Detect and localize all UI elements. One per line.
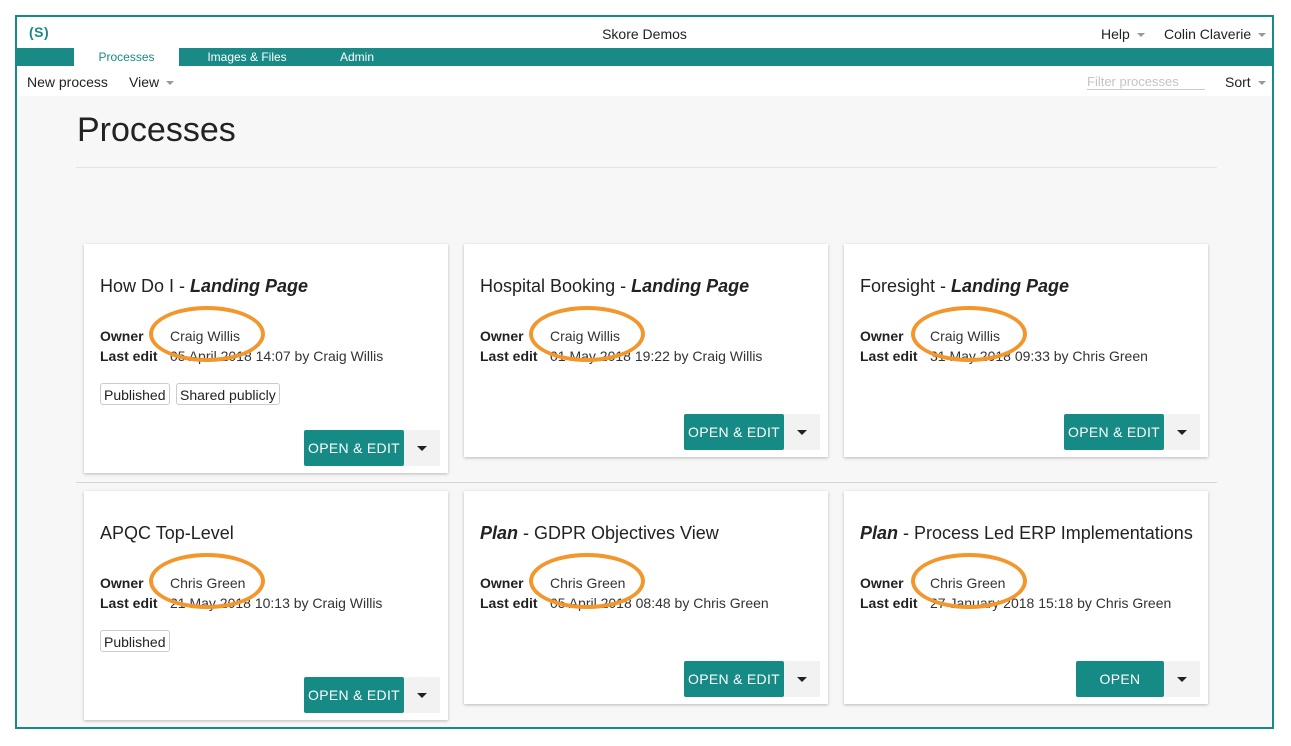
last-edit-value: 05 April 2018 14:07 by Craig Willis [170, 348, 384, 364]
title-text: How Do I - [100, 276, 191, 296]
title-emphasis: Landing Page [190, 276, 309, 296]
caret-down-icon [1177, 677, 1187, 682]
tab-images-files[interactable]: Images & Files [197, 48, 297, 66]
view-menu[interactable]: View [129, 74, 175, 90]
owner-label: Owner [100, 328, 144, 344]
shared-publicly-badge: Shared publicly [176, 383, 280, 405]
process-title[interactable]: APQC Top-Level [100, 523, 440, 544]
title-emphasis: Plan [860, 523, 899, 543]
process-title[interactable]: How Do I - Landing Page [100, 276, 440, 297]
title-text: APQC Top-Level [100, 523, 234, 543]
divider [76, 482, 1217, 483]
owner-value: Craig Willis [550, 328, 620, 344]
owner-value: Craig Willis [170, 328, 240, 344]
open-edit-button[interactable]: OPEN & EDIT [684, 661, 784, 697]
process-card[interactable]: Plan - Process Led ERP Implementations O… [844, 491, 1208, 704]
published-badge: Published [100, 630, 170, 652]
title-text: Foresight - [860, 276, 952, 296]
chevron-down-icon [1257, 81, 1266, 86]
process-title[interactable]: Plan - GDPR Objectives View [480, 523, 820, 544]
caret-down-icon [1177, 430, 1187, 435]
caret-down-icon [797, 430, 807, 435]
divider [76, 167, 1217, 168]
last-edit-value: 21 May 2018 10:13 by Craig Willis [170, 595, 383, 611]
more-options-button[interactable] [1164, 414, 1200, 450]
sort-menu[interactable]: Sort [1225, 74, 1266, 90]
user-name: Colin Claverie [1164, 26, 1252, 42]
owner-label: Owner [100, 575, 144, 591]
title-text: - GDPR Objectives View [518, 523, 719, 543]
tab-admin[interactable]: Admin [329, 48, 385, 66]
tab-processes[interactable]: Processes [74, 48, 179, 66]
title-emphasis: Plan [480, 523, 519, 543]
more-options-button[interactable] [1164, 661, 1200, 697]
page-title: Processes [77, 111, 236, 149]
caret-down-icon [417, 446, 427, 451]
last-edit-label: Last edit [100, 595, 158, 611]
open-edit-button[interactable]: OPEN & EDIT [304, 430, 404, 466]
last-edit-label: Last edit [100, 348, 158, 364]
last-edit-label: Last edit [860, 348, 918, 364]
more-options-button[interactable] [784, 661, 820, 697]
process-card[interactable]: APQC Top-Level Owner Chris Green Last ed… [84, 491, 448, 720]
process-title[interactable]: Foresight - Landing Page [860, 276, 1200, 297]
last-edit-label: Last edit [860, 595, 918, 611]
owner-label: Owner [860, 328, 904, 344]
last-edit-value: 31 May 2018 09:33 by Chris Green [930, 348, 1148, 364]
open-edit-button[interactable]: OPEN & EDIT [304, 677, 404, 713]
caret-down-icon [797, 677, 807, 682]
help-menu[interactable]: Help [1101, 26, 1145, 42]
title-bar: (S) Skore Demos Help Colin Claverie [17, 17, 1272, 48]
view-label: View [129, 74, 160, 90]
last-edit-value: 05 April 2018 08:48 by Chris Green [550, 595, 769, 611]
caret-down-icon [417, 693, 427, 698]
process-card[interactable]: Plan - GDPR Objectives View Owner Chris … [464, 491, 828, 704]
open-edit-button[interactable]: OPEN & EDIT [684, 414, 784, 450]
process-card[interactable]: Foresight - Landing Page Owner Craig Wil… [844, 244, 1208, 457]
process-title[interactable]: Hospital Booking - Landing Page [480, 276, 820, 297]
more-options-button[interactable] [404, 430, 440, 466]
toolbar: New process View Sort [17, 66, 1272, 96]
more-options-button[interactable] [404, 677, 440, 713]
chevron-down-icon [166, 81, 175, 86]
owner-label: Owner [860, 575, 904, 591]
title-text: - Process Led ERP Implementations [898, 523, 1193, 543]
last-edit-label: Last edit [480, 595, 538, 611]
more-options-button[interactable] [784, 414, 820, 450]
filter-processes-input[interactable] [1087, 73, 1205, 90]
new-process-button[interactable]: New process [27, 74, 108, 90]
owner-value: Chris Green [170, 575, 246, 591]
title-emphasis: Landing Page [951, 276, 1070, 296]
owner-value: Chris Green [550, 575, 626, 591]
title-emphasis: Landing Page [631, 276, 750, 296]
owner-value: Chris Green [930, 575, 1006, 591]
last-edit-value: 27 January 2018 15:18 by Chris Green [930, 595, 1172, 611]
process-card[interactable]: How Do I - Landing Page Owner Craig Will… [84, 244, 448, 473]
owner-value: Craig Willis [930, 328, 1000, 344]
process-card[interactable]: Hospital Booking - Landing Page Owner Cr… [464, 244, 828, 457]
process-title[interactable]: Plan - Process Led ERP Implementations [860, 523, 1200, 544]
chevron-down-icon [1136, 33, 1145, 38]
help-label: Help [1101, 26, 1130, 42]
main-tabs: Processes Images & Files Admin [17, 48, 1272, 66]
last-edit-value: 01 May 2018 19:22 by Craig Willis [550, 348, 763, 364]
owner-label: Owner [480, 575, 524, 591]
open-button[interactable]: OPEN [1076, 661, 1164, 697]
title-text: Hospital Booking - [480, 276, 632, 296]
user-menu[interactable]: Colin Claverie [1164, 26, 1267, 42]
owner-label: Owner [480, 328, 524, 344]
chevron-down-icon [1258, 33, 1267, 38]
workspace-title: Skore Demos [602, 26, 687, 42]
published-badge: Published [100, 383, 170, 405]
last-edit-label: Last edit [480, 348, 538, 364]
sort-label: Sort [1225, 74, 1251, 90]
open-edit-button[interactable]: OPEN & EDIT [1064, 414, 1164, 450]
app-window: (S) Skore Demos Help Colin Claverie Proc… [15, 15, 1274, 729]
